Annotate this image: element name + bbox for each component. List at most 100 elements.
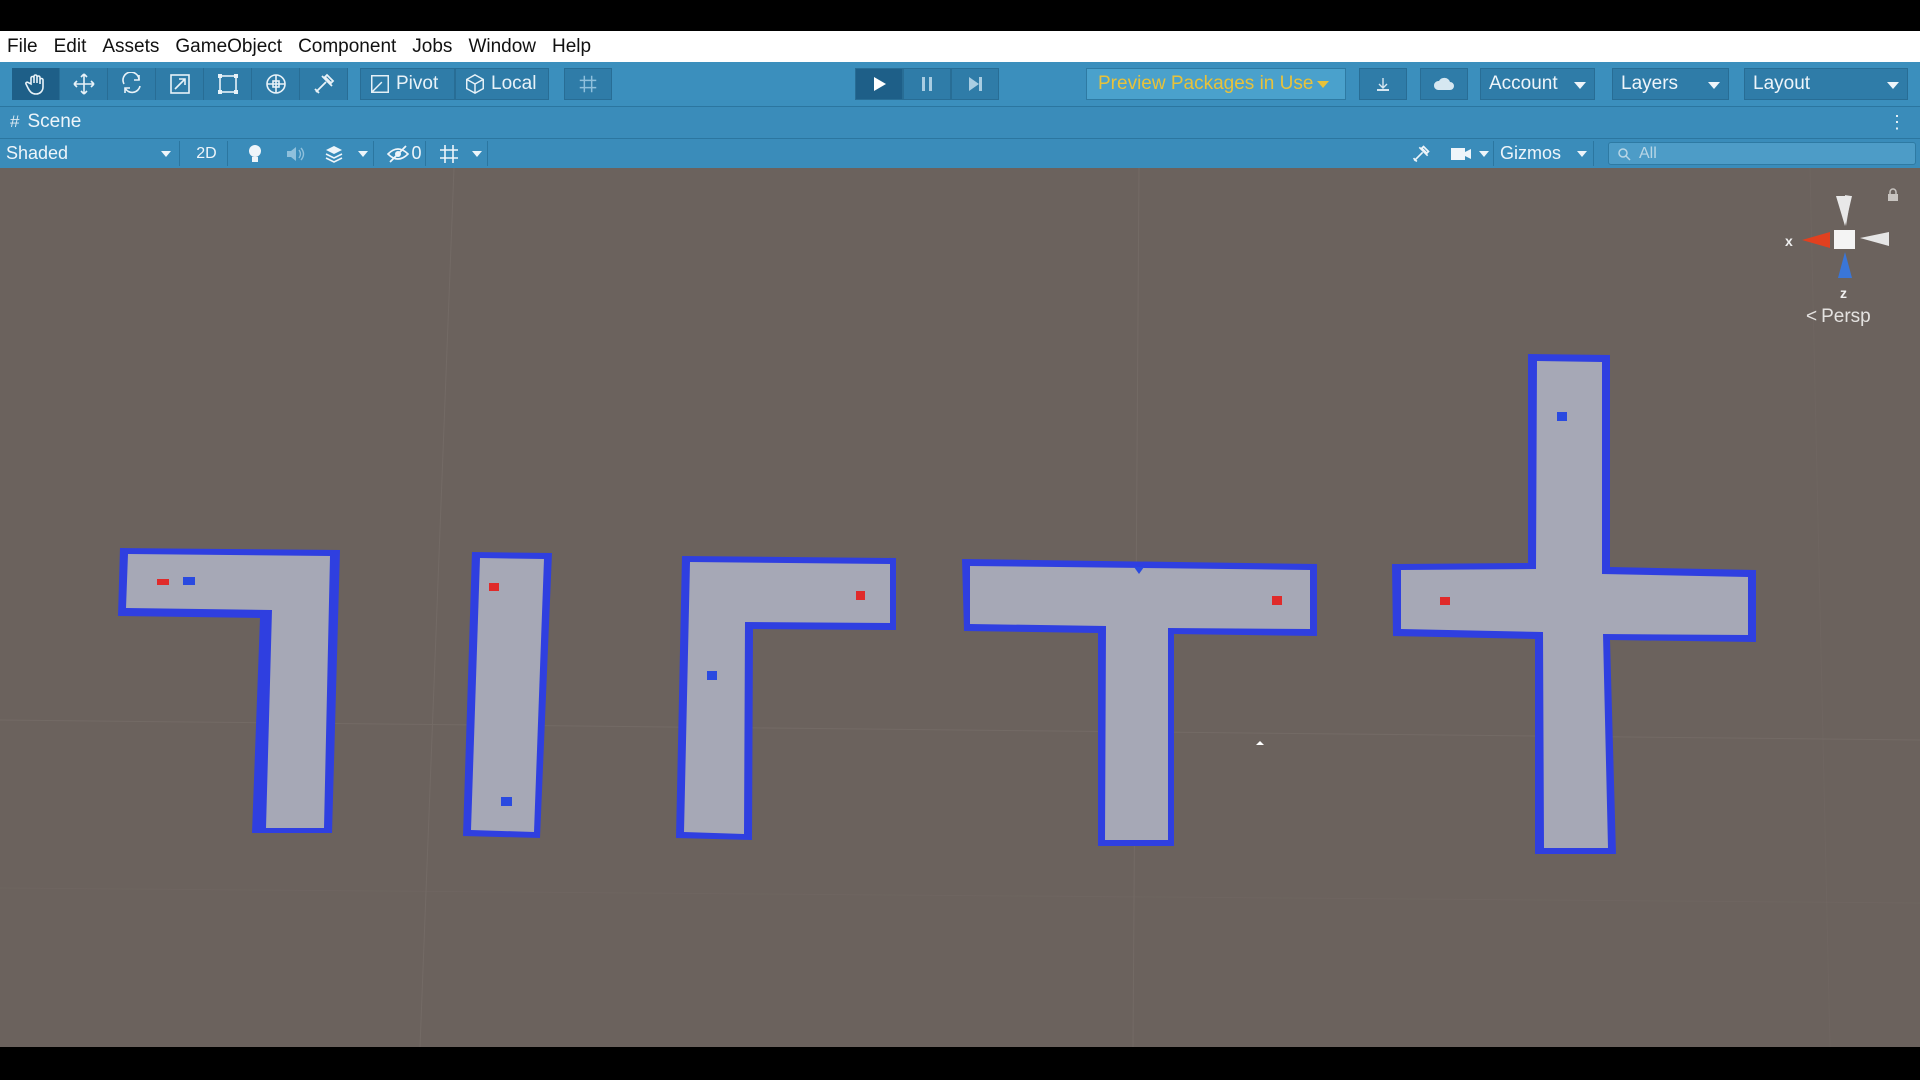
scene-search-input[interactable]: All [1608, 142, 1916, 165]
scene-viewport[interactable]: x z < Persp [0, 168, 1920, 1047]
hidden-count: 0 [411, 143, 422, 163]
chevron-down-icon [1574, 82, 1586, 89]
layers-dropdown[interactable]: Layers [1612, 68, 1729, 100]
eye-slash-icon [387, 144, 410, 163]
transform-tools [12, 68, 348, 100]
local-label: Local [491, 73, 537, 94]
draw-mode-label: Shaded [6, 143, 69, 163]
target-blue-marker [707, 671, 717, 680]
menu-gameobject[interactable]: GameObject [167, 31, 290, 62]
audio-icon [287, 146, 305, 161]
pivot-icon [371, 75, 389, 93]
tab-scene[interactable]: # Scene [10, 111, 81, 133]
window-top-border [0, 0, 1920, 31]
play-button[interactable] [855, 68, 903, 100]
rotate-icon [121, 72, 141, 94]
grid-snap-icon [579, 75, 597, 93]
step-button[interactable] [951, 68, 999, 100]
transform-tool-button[interactable] [252, 68, 300, 100]
chevron-down-icon [1576, 150, 1587, 157]
hand-icon [24, 74, 44, 95]
hidden-objects-toggle[interactable]: 0 [384, 141, 426, 166]
gizmo-axis-x-label: x [1785, 233, 1793, 249]
more-options-icon[interactable]: ⋮ [1888, 113, 1906, 131]
menu-window[interactable]: Window [460, 31, 544, 62]
preview-packages-button[interactable]: Preview Packages in Use [1086, 68, 1346, 100]
account-label: Account [1489, 73, 1558, 94]
pivot-toggle[interactable]: Pivot [360, 68, 455, 100]
mode-2d-label: 2D [196, 144, 217, 162]
transform-icon [265, 74, 286, 94]
arena-corner [676, 556, 896, 840]
arena-cross [1392, 354, 1756, 854]
scene-canvas: x z [0, 168, 1920, 1047]
agent-red-marker [856, 591, 865, 600]
lighting-toggle[interactable] [240, 141, 270, 166]
menu-edit[interactable]: Edit [46, 31, 95, 62]
projection-toggle[interactable]: < Persp [1806, 306, 1871, 328]
chevron-down-icon [1708, 82, 1720, 89]
rotate-tool-button[interactable] [108, 68, 156, 100]
search-placeholder: All [1639, 144, 1657, 162]
gizmo-axis-z-label: z [1840, 285, 1847, 301]
menu-jobs[interactable]: Jobs [404, 31, 460, 62]
menu-assets[interactable]: Assets [94, 31, 167, 62]
move-icon [72, 73, 95, 95]
chevron-down-icon [471, 150, 482, 157]
pause-button[interactable] [903, 68, 951, 100]
effects-toggle[interactable] [318, 141, 350, 166]
pivot-label: Pivot [396, 73, 439, 94]
cloud-button[interactable] [1420, 68, 1468, 100]
scene-tab-bar: # Scene ⋮ [0, 106, 1920, 138]
target-blue-marker [1557, 412, 1567, 421]
gizmos-button[interactable]: Gizmos [1500, 141, 1566, 166]
menu-help[interactable]: Help [544, 31, 599, 62]
chevron-down-icon [357, 150, 368, 157]
grid-snap-button[interactable] [564, 68, 612, 100]
preview-packages-label: Preview Packages in Use [1098, 73, 1314, 94]
target-blue-marker [501, 797, 512, 806]
account-dropdown[interactable]: Account [1480, 68, 1595, 100]
grid-toggle[interactable] [434, 141, 464, 166]
move-tool-button[interactable] [60, 68, 108, 100]
window-bottom-border [0, 1047, 1920, 1080]
effects-layers-icon [325, 145, 343, 163]
camera-icon [1451, 147, 1471, 160]
menu-file[interactable]: File [0, 31, 46, 62]
hand-tool-button[interactable] [12, 68, 60, 100]
custom-tool-button[interactable] [300, 68, 348, 100]
rect-tool-button[interactable] [204, 68, 252, 100]
layout-dropdown[interactable]: Layout [1744, 68, 1908, 100]
arena-hook [118, 548, 340, 833]
agent-red-marker [489, 583, 499, 591]
scene-tools-toggle[interactable] [1406, 141, 1436, 166]
camera-toggle[interactable] [1446, 141, 1476, 166]
camera-dropdown[interactable] [1474, 141, 1494, 166]
local-cube-icon [466, 73, 484, 95]
scale-tool-button[interactable] [156, 68, 204, 100]
menu-bar: File Edit Assets GameObject Component Jo… [0, 31, 1920, 62]
chevron-down-icon [161, 151, 171, 157]
menu-component[interactable]: Component [290, 31, 404, 62]
agent-red-marker [1440, 597, 1450, 605]
chevron-down-icon [1887, 82, 1899, 89]
grid-icon [440, 144, 458, 163]
audio-toggle[interactable] [280, 141, 310, 166]
grid-dropdown[interactable] [466, 141, 488, 166]
draw-mode-dropdown[interactable]: Shaded [6, 141, 180, 166]
gizmos-label: Gizmos [1500, 143, 1562, 163]
cursor-marker [1256, 741, 1264, 745]
chevron-down-icon [1478, 150, 1489, 157]
gizmos-dropdown[interactable] [1570, 141, 1594, 166]
chevron-down-icon [1317, 80, 1330, 88]
toggle-2d-button[interactable]: 2D [186, 141, 228, 166]
effects-dropdown[interactable] [352, 141, 374, 166]
tools-icon [313, 73, 334, 94]
light-bulb-icon [249, 144, 261, 162]
search-icon [1618, 147, 1631, 161]
collab-button[interactable] [1359, 68, 1407, 100]
pause-icon [922, 77, 932, 91]
step-icon [969, 77, 982, 91]
lock-icon[interactable] [1887, 188, 1899, 202]
local-toggle[interactable]: Local [455, 68, 549, 100]
